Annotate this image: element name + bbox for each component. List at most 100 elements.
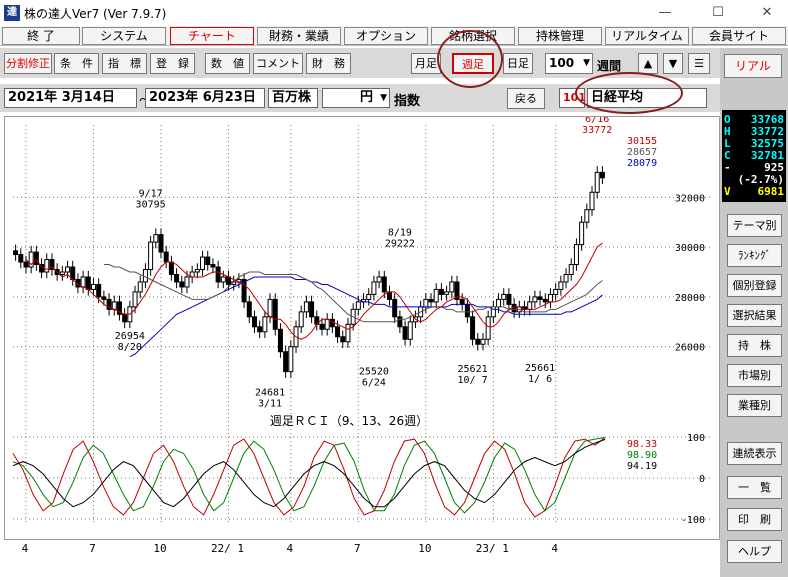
menu-options[interactable]: オプション	[344, 27, 428, 45]
ranking-button[interactable]: ﾗﾝｷﾝｸﾞ	[727, 244, 782, 267]
candle-body	[90, 283, 96, 290]
currency-select[interactable]: 円 ▼	[322, 88, 390, 108]
annotation-value: 25661	[525, 363, 555, 374]
rci-series-line	[12, 437, 606, 514]
close-button[interactable]: ✕	[752, 3, 782, 23]
candle-body	[537, 296, 543, 300]
candle-body	[532, 296, 538, 303]
list-button[interactable]: 一 覧	[727, 476, 782, 499]
menu-holdings[interactable]: 持株管理	[518, 27, 602, 45]
candle-body	[397, 316, 403, 328]
candle-body	[148, 241, 154, 271]
candle-body	[220, 276, 226, 283]
scroll-up-button[interactable]: ▲	[638, 53, 658, 74]
candle-body	[594, 171, 600, 193]
count-select[interactable]: 100 ▼	[545, 53, 593, 74]
candle-body	[298, 311, 304, 328]
candle-body	[433, 288, 439, 303]
print-button[interactable]: 印 刷	[727, 508, 782, 531]
menu-chart[interactable]: チャート	[170, 27, 254, 45]
candle-body	[122, 313, 128, 323]
annotation-value: 29222	[385, 238, 415, 249]
menu-realtime[interactable]: リアルタイム	[605, 27, 689, 45]
annotation-value: 25621	[458, 364, 488, 375]
candle-body	[464, 303, 470, 318]
scroll-down-button[interactable]: ▼	[663, 53, 683, 74]
x-tick-label: 7	[89, 542, 96, 555]
candle-body	[444, 291, 450, 295]
candle-body	[345, 323, 351, 343]
rci-legend-value: 98.33	[627, 439, 657, 450]
annotation-value: 24681	[255, 388, 285, 399]
help-button[interactable]: ヘルプ	[727, 540, 782, 563]
date-to-field[interactable]: 2023年 6月23日	[145, 88, 265, 108]
x-tick-label: 22/ 1	[211, 542, 244, 555]
holdings-button[interactable]: 持 株	[727, 334, 782, 357]
rci-tick-label: -100	[681, 515, 705, 526]
back-button[interactable]: 戻る	[507, 88, 545, 109]
candle-body	[381, 276, 387, 293]
down-arrow-icon: ▼	[668, 57, 678, 70]
period-day-button[interactable]: 日足	[503, 53, 533, 74]
annotation-value: 25520	[359, 367, 389, 378]
candle-body	[23, 261, 29, 268]
price-tick-label: 30000	[675, 243, 705, 254]
menu-system[interactable]: システム	[82, 27, 166, 45]
split-adjust-button[interactable]: 分割修正	[4, 53, 52, 74]
x-tick-label: 10	[153, 542, 166, 555]
candle-body	[80, 276, 86, 288]
candle-body	[480, 338, 486, 345]
by-market-button[interactable]: 市場別	[727, 364, 782, 387]
ma-legend-value: 28079	[627, 158, 657, 169]
selection-result-button[interactable]: 選択結果	[727, 304, 782, 327]
annotation-date: 6/16	[585, 117, 609, 125]
register-button[interactable]: 登 録	[150, 53, 195, 74]
comment-button[interactable]: コメント	[253, 53, 303, 74]
continuous-display-button[interactable]: 連続表示	[727, 442, 782, 465]
menu-list-button[interactable]: ☰	[688, 53, 710, 74]
condition-button[interactable]: 条 件	[54, 53, 99, 74]
candle-body	[470, 316, 476, 340]
candle-body	[33, 251, 39, 266]
candle-body	[137, 281, 143, 293]
minimize-button[interactable]: —	[650, 3, 680, 23]
candle-body	[324, 318, 330, 330]
menu-list-icon: ☰	[694, 57, 704, 70]
indicator-button[interactable]: 指 標	[102, 53, 147, 74]
financial-button[interactable]: 財 務	[306, 53, 351, 74]
candle-body	[257, 326, 263, 333]
candle-body	[142, 269, 148, 283]
by-industry-button[interactable]: 業種別	[727, 394, 782, 417]
annotation-date: 6/24	[362, 378, 386, 389]
candle-body	[277, 328, 283, 353]
values-button[interactable]: 数 値	[205, 53, 250, 74]
candle-body	[246, 301, 252, 318]
candle-body	[407, 321, 413, 340]
menu-member-site[interactable]: 会員サイト	[692, 27, 786, 45]
annotation-date: 8/20	[118, 342, 142, 353]
candle-body	[288, 346, 294, 373]
candle-body	[449, 281, 455, 293]
maximize-button[interactable]: ☐	[703, 3, 733, 23]
individual-register-button[interactable]: 個別登録	[727, 274, 782, 297]
candle-body	[65, 266, 71, 273]
price-chart-svg: 26000 28000 30000 32000 9/1730795 269548/20 24…	[12, 114, 710, 526]
x-tick-label: 4	[287, 542, 294, 555]
candle-body	[85, 276, 91, 290]
quote-panel: O 33768 H 33772 L 32575 C 32781 -925 (-2.7%)…	[722, 110, 786, 202]
candle-body	[272, 298, 278, 330]
menu-exit[interactable]: 終 了	[2, 27, 80, 45]
rci-series-line	[12, 437, 606, 518]
real-button[interactable]: リアル	[724, 54, 782, 78]
candle-body	[309, 301, 315, 318]
date-from-field[interactable]: 2021年 3月14日	[4, 88, 137, 108]
price-tick-label: 28000	[675, 293, 705, 304]
menu-financials[interactable]: 財務・業績	[257, 27, 341, 45]
candle-body	[283, 351, 289, 373]
candle-body	[599, 171, 605, 179]
rci-legend-value: 98.90	[627, 450, 657, 461]
theme-button[interactable]: テーマ別	[727, 214, 782, 237]
candle-body	[267, 298, 273, 318]
candle-body	[168, 261, 174, 275]
index-label: 指数	[394, 94, 421, 109]
